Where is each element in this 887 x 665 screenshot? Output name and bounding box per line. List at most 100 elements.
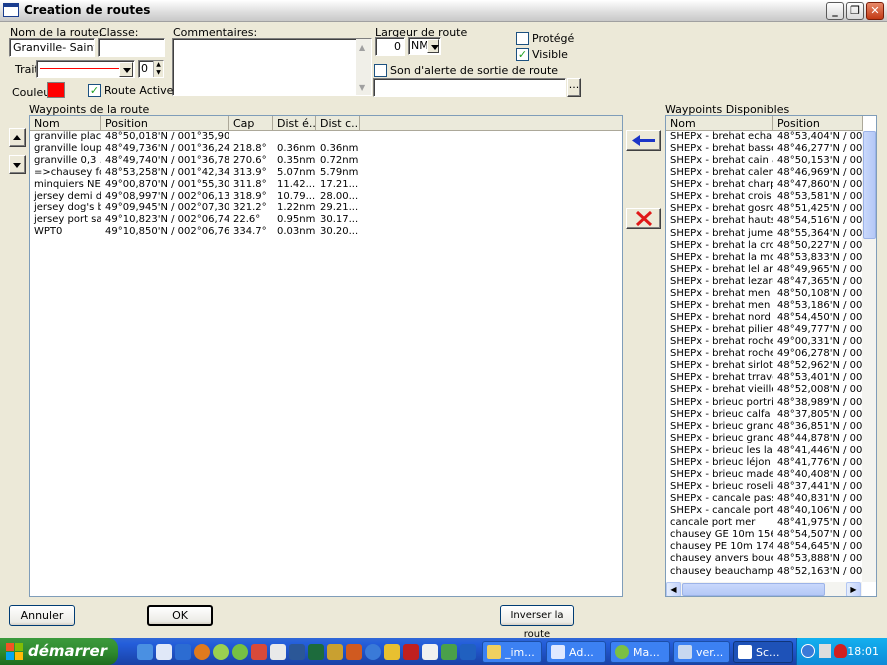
minimize-button[interactable]: _ (826, 2, 844, 20)
table-row[interactable]: chausey GE 10m 156° 48°54,507'N / 001°5 (666, 529, 862, 541)
taskbar-item-active[interactable]: Sc... (733, 641, 793, 663)
table-row[interactable]: SHEPx - brehat charp... 48°47,860'N / 002… (666, 179, 862, 191)
table-row[interactable]: SHEPx - brehat gosrod 48°51,425'N / 003°0 (666, 203, 862, 215)
chevron-down-icon[interactable] (427, 39, 439, 53)
route-width-field[interactable]: 0 (375, 37, 405, 56)
quicklaunch-ie-icon[interactable] (365, 644, 381, 660)
move-up-button[interactable] (9, 128, 26, 147)
quicklaunch-app-icon[interactable] (308, 644, 324, 660)
scrollbar-thumb[interactable] (863, 131, 876, 239)
quicklaunch-app-icon[interactable] (251, 644, 267, 660)
title-bar[interactable]: Creation de routes _ ❐ ✕ (0, 0, 887, 22)
table-row[interactable]: SHEPx - brieuc léjon p... 48°41,776'N / 0… (666, 457, 862, 469)
table-row[interactable]: SHEPx - brehat lezardr... 48°47,365'N / 0… (666, 276, 862, 288)
table-row[interactable]: SHEPx - brehat crois 48°53,581'N / 002°5 (666, 191, 862, 203)
table-row[interactable]: granville 0,3 ... 48°49,740'N / 001°36,78… (30, 155, 622, 167)
table-row[interactable]: cancale port mer 48°41,975'N / 001°5 (666, 517, 862, 529)
scroll-down-icon[interactable]: ▼ (359, 83, 365, 92)
column-header-dist-etape[interactable]: Dist é... (273, 116, 316, 131)
table-row[interactable]: SHEPx - brehat men m... 48°53,186'N / 002… (666, 300, 862, 312)
quicklaunch-app-icon[interactable] (384, 644, 400, 660)
column-header-position[interactable]: Position (773, 116, 863, 131)
network-icon[interactable] (819, 644, 831, 658)
quicklaunch-app-icon[interactable] (327, 644, 343, 660)
column-header-dist-cumul[interactable]: Dist c... (316, 116, 360, 131)
column-header-nom[interactable]: Nom (666, 116, 773, 131)
table-row[interactable]: SHEPx - brieuc calfa ... 48°37,805'N / 00… (666, 409, 862, 421)
table-row[interactable]: jersey dog's b... 49°09,945'N / 002°07,30… (30, 202, 622, 214)
protected-checkbox[interactable] (516, 32, 529, 45)
table-row[interactable]: SHEPx - brehat nord h... 48°54,450'N / 00… (666, 312, 862, 324)
route-name-field[interactable]: Granville- Saint Hél (9, 38, 95, 57)
taskbar-item[interactable]: Ad... (546, 641, 606, 663)
scroll-up-icon[interactable]: ▲ (359, 43, 365, 52)
taskbar-item[interactable]: ver... (673, 641, 730, 663)
reverse-route-button[interactable]: Inverser la route (500, 605, 574, 640)
column-header-position[interactable]: Position (101, 116, 229, 131)
table-row[interactable]: =>chausey fo... 48°53,258'N / 001°42,341'… (30, 167, 622, 179)
table-row[interactable]: WPT0 49°10,850'N / 002°06,764'W 334.7° 0.03… (30, 226, 622, 238)
scroll-right-icon[interactable]: ▶ (846, 582, 861, 596)
quicklaunch-app-icon[interactable] (232, 644, 248, 660)
table-row[interactable]: SHEPx - brehat la croi... 48°50,227'N / 0… (666, 240, 862, 252)
horizontal-scrollbar[interactable]: ◀ ▶ (666, 582, 862, 596)
table-row[interactable]: SHEPx - cancale port j... 48°40,106'N / 0… (666, 505, 862, 517)
remove-waypoint-button[interactable] (626, 208, 661, 229)
scroll-left-icon[interactable]: ◀ (666, 582, 681, 596)
start-button[interactable]: démarrer (0, 638, 118, 665)
table-row[interactable]: SHEPx - brehat cain a... 48°50,153'N / 00… (666, 155, 862, 167)
active-route-checkbox[interactable]: ✓ (88, 84, 101, 97)
table-row[interactable]: SHEPx - brehat calem... 48°46,969'N / 002… (666, 167, 862, 179)
table-row[interactable]: granville loup... 48°49,736'N / 001°36,24… (30, 143, 622, 155)
table-row[interactable]: SHEPx - brehat la moi... 48°53,833'N / 00… (666, 252, 862, 264)
table-row[interactable]: granville plac... 48°50,018'N / 001°35,90… (30, 131, 622, 143)
quicklaunch-word-icon[interactable] (289, 644, 305, 660)
table-row[interactable]: SHEPx - brehat hauts ... 48°54,516'N / 00… (666, 215, 862, 227)
tray-expand-icon[interactable] (801, 644, 815, 658)
table-row[interactable]: SHEPx - cancale pass... 48°40,831'N / 001… (666, 493, 862, 505)
table-row[interactable]: SHEPx - brieuc grand ... 48°36,851'N / 00… (666, 421, 862, 433)
route-width-unit-select[interactable]: NM (408, 37, 441, 55)
table-row[interactable]: SHEPx - brehat echa... 48°53,404'N / 002°… (666, 131, 862, 143)
column-header-nom[interactable]: Nom (30, 116, 101, 131)
browse-button[interactable]: ... (567, 78, 581, 97)
taskbar-item[interactable]: Ma... (610, 641, 670, 663)
table-row[interactable]: SHEPx - brehat basse ... 48°46,277'N / 00… (666, 143, 862, 155)
quicklaunch-app-icon[interactable] (156, 644, 172, 660)
table-row[interactable]: SHEPx - brieuc madeu... 48°40,408'N / 002… (666, 469, 862, 481)
column-header-cap[interactable]: Cap (229, 116, 273, 131)
comments-textarea[interactable]: ▲ ▼ (172, 38, 372, 96)
quicklaunch-app-icon[interactable] (213, 644, 229, 660)
table-row[interactable]: chausey PE 10m 174° 48°54,645'N / 001°4 (666, 541, 862, 553)
route-waypoints-list[interactable]: Nom Position Cap Dist é... Dist c... gra… (29, 115, 623, 597)
table-row[interactable]: chausey beauchamp ... 48°52,163'N / 001°4 (666, 566, 862, 578)
quicklaunch-app-icon[interactable] (175, 644, 191, 660)
table-row[interactable]: SHEPx - brehat sirlots ... 48°52,962'N / … (666, 360, 862, 372)
table-row[interactable]: SHEPx - brehat men jo... 48°50,108'N / 00… (666, 288, 862, 300)
security-shield-icon[interactable] (834, 644, 847, 658)
table-row[interactable]: SHEPx - brehat lel ar s... 48°49,965'N / … (666, 264, 862, 276)
quicklaunch-app-icon[interactable] (270, 644, 286, 660)
line-width-field[interactable]: 0 ▲ ▼ (138, 60, 164, 78)
chevron-down-icon[interactable] (119, 62, 133, 77)
table-row[interactable]: SHEPx - brehat jument... 48°55,364'N / 00… (666, 228, 862, 240)
quicklaunch-desktop-icon[interactable] (137, 644, 153, 660)
table-row[interactable]: jersey demi d... 49°08,997'N / 002°06,137… (30, 191, 622, 203)
quicklaunch-app-icon[interactable] (460, 644, 476, 660)
taskbar-item[interactable]: _im... (482, 641, 542, 663)
alarm-checkbox[interactable] (374, 64, 387, 77)
ok-button[interactable]: OK (147, 605, 213, 626)
horizontal-scrollbar-thumb[interactable] (682, 583, 825, 596)
available-waypoints-list[interactable]: Nom Position ◀ ▶ SHEPx - brehat echa... 4… (665, 115, 877, 597)
table-row[interactable]: SHEPx - brehat vieille ... 48°52,008'N / … (666, 384, 862, 396)
table-row[interactable]: SHEPx - brehat piliers ... 48°49,777'N / … (666, 324, 862, 336)
table-row[interactable]: SHEPx - brieuc grand l... 48°44,878'N / 0… (666, 433, 862, 445)
comments-scrollbar[interactable]: ▲ ▼ (356, 39, 371, 95)
class-field[interactable] (98, 38, 165, 57)
table-row[interactable]: SHEPx - brieuc les lan... 48°41,446'N / 0… (666, 445, 862, 457)
cancel-button[interactable]: Annuler (9, 605, 75, 626)
visible-checkbox[interactable]: ✓ (516, 48, 529, 61)
quicklaunch-app-icon[interactable] (403, 644, 419, 660)
line-style-select[interactable] (36, 60, 135, 78)
table-row[interactable]: SHEPx - brieuc roselie... 48°37,441'N / 0… (666, 481, 862, 493)
